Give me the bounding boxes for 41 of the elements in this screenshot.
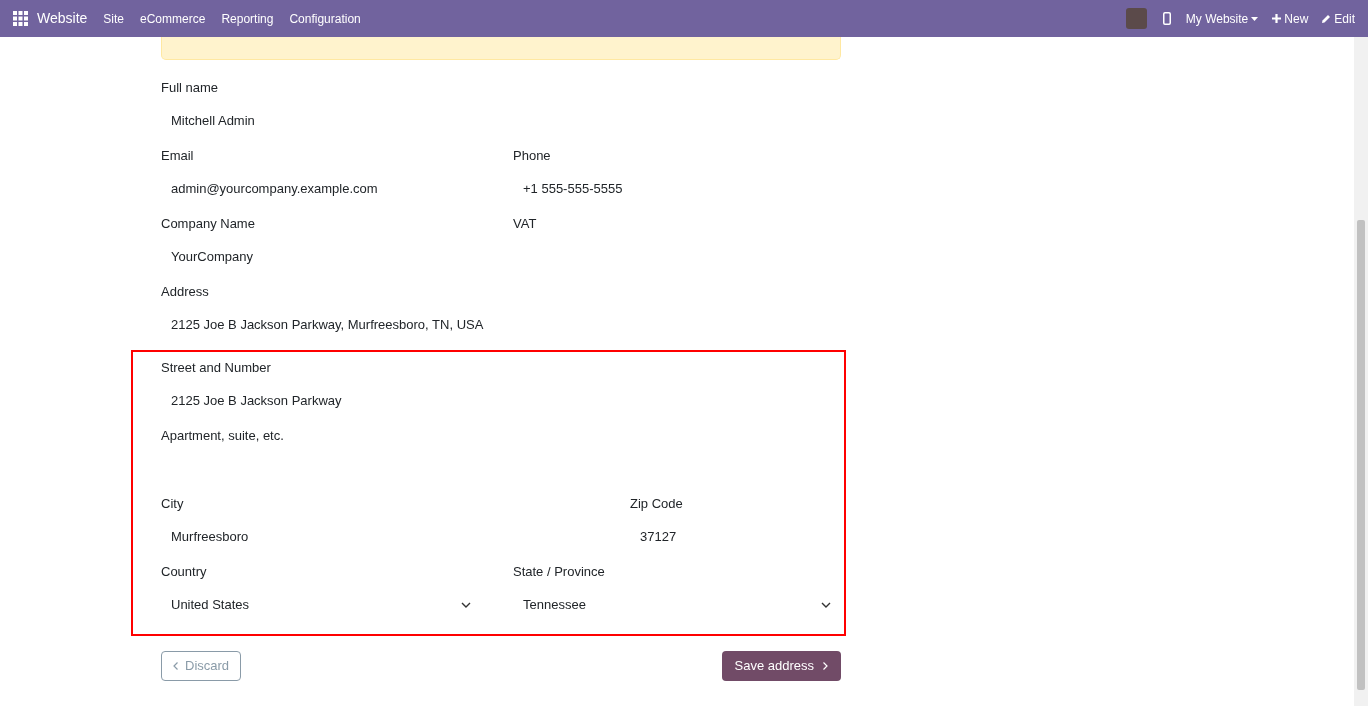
apps-grid-icon[interactable] bbox=[13, 11, 28, 26]
input-field[interactable]: 2125 Joe B Jackson Parkway, Murfreesboro, TN, USA bbox=[161, 306, 841, 344]
field-label: Zip Code bbox=[630, 495, 684, 513]
new-button[interactable]: New bbox=[1272, 9, 1309, 28]
input-field[interactable]: 2125 Joe B Jackson Parkway bbox=[161, 382, 841, 420]
website-selector[interactable]: My Website bbox=[1185, 9, 1259, 28]
field-label: Email bbox=[161, 147, 195, 165]
field-label: Company Name bbox=[161, 215, 256, 233]
menu-item[interactable]: eCommerce bbox=[140, 9, 206, 28]
field-label: VAT bbox=[513, 215, 538, 233]
input-field[interactable]: Murfreesboro bbox=[161, 518, 630, 556]
edit-button[interactable]: Edit bbox=[1321, 9, 1355, 28]
field-label: Address bbox=[161, 283, 210, 301]
field-label: City bbox=[161, 495, 185, 513]
field-label: Street and Number bbox=[161, 359, 272, 377]
field-label: Phone bbox=[513, 147, 552, 165]
caret-down-icon bbox=[1251, 16, 1259, 21]
plus-icon bbox=[1272, 14, 1282, 23]
menu-item[interactable]: Configuration bbox=[289, 9, 361, 28]
field-label: Apartment, suite, etc. bbox=[161, 427, 285, 445]
input-field[interactable]: +1 555-555-5555 bbox=[513, 170, 841, 208]
save-address-button[interactable]: Save address bbox=[721, 651, 841, 681]
menu-item[interactable]: Reporting bbox=[221, 9, 274, 28]
chevron-down-icon bbox=[461, 602, 471, 608]
field-label: Full name bbox=[161, 79, 220, 97]
app-name[interactable]: Website bbox=[37, 8, 88, 29]
pencil-icon bbox=[1321, 13, 1332, 24]
chevron-right-icon bbox=[823, 662, 828, 670]
chevron-down-icon bbox=[821, 602, 831, 608]
menu-item[interactable]: Site bbox=[103, 9, 124, 28]
input-field[interactable]: YourCompany bbox=[161, 238, 481, 276]
field-label: Country bbox=[161, 563, 208, 581]
input-field[interactable]: admin@yourcompany.example.com bbox=[161, 170, 481, 208]
select-field[interactable]: United States bbox=[161, 586, 481, 624]
chevron-left-icon bbox=[173, 662, 178, 670]
input-field[interactable]: Mitchell Admin bbox=[161, 102, 841, 140]
field-label: State / Province bbox=[513, 563, 606, 581]
input-field[interactable]: 37127 bbox=[630, 518, 841, 556]
scrollbar[interactable] bbox=[1354, 37, 1368, 706]
select-field[interactable]: Tennessee bbox=[513, 586, 841, 624]
mobile-phone-icon[interactable] bbox=[1162, 12, 1171, 25]
